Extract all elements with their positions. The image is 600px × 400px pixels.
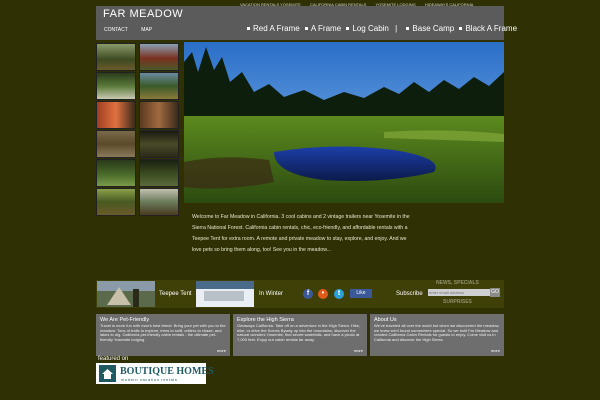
thumbnail-1[interactable] xyxy=(96,43,136,71)
thumbnail-2[interactable] xyxy=(139,43,179,71)
thumbnail-8[interactable] xyxy=(139,130,179,158)
bullet-icon xyxy=(346,27,350,30)
info-box-pets: We Are Pet-Friendly Travel is more fun w… xyxy=(96,314,230,356)
nav-contact[interactable]: CONTACT xyxy=(104,27,128,33)
subscribe-label: Subscribe xyxy=(396,291,423,297)
nav-map[interactable]: MAP xyxy=(141,27,152,33)
house-icon xyxy=(99,365,116,382)
top-link-lodging[interactable]: YOSEMITE LODGING xyxy=(375,2,415,7)
subscribe-go-button[interactable]: GO xyxy=(490,288,500,297)
top-link-cabin-rentals[interactable]: CALIFORNIA CABIN RENTALS xyxy=(310,2,366,7)
winter-label[interactable]: In Winter xyxy=(259,291,283,297)
info-box-body: Travel is more fun with man's best frien… xyxy=(100,323,226,342)
thumbnail-9[interactable] xyxy=(96,159,136,187)
nav-left: CONTACT MAP xyxy=(104,27,164,33)
nav-separator: | xyxy=(395,24,398,33)
thumbnail-11[interactable] xyxy=(96,188,136,216)
winter-thumbnail[interactable] xyxy=(196,281,254,307)
winter-picture xyxy=(196,281,254,307)
info-box-body: We've traveled all over the world but wh… xyxy=(374,323,500,342)
nav-log-cabin[interactable]: Log Cabin xyxy=(352,24,388,33)
info-box-about: About Us We've traveled all over the wor… xyxy=(370,314,504,356)
twitter-icon[interactable]: t xyxy=(334,289,344,299)
nav-a-frame[interactable]: A Frame xyxy=(311,24,341,33)
thumbnail-3[interactable] xyxy=(96,72,136,100)
thumbnail-6[interactable] xyxy=(139,101,179,129)
facebook-icon[interactable]: f xyxy=(303,289,313,299)
thumbnail-10[interactable] xyxy=(139,159,179,187)
featured-on-label: featured on xyxy=(98,356,129,362)
top-link-vacation-rentals[interactable]: VACATION RENTALS YOSEMITE xyxy=(240,2,301,7)
thumbnail-12[interactable] xyxy=(139,188,179,216)
more-link[interactable]: more xyxy=(491,348,500,353)
nav-red-a-frame[interactable]: Red A Frame xyxy=(253,24,300,33)
teepee-tent-thumbnail[interactable] xyxy=(97,281,155,307)
bullet-icon xyxy=(247,27,250,30)
intro-text: Welcome to Far Meadow in California. 3 c… xyxy=(192,214,410,253)
bullet-icon xyxy=(406,27,410,30)
house-icon-shape xyxy=(99,365,116,382)
teepee-tent-picture xyxy=(97,281,155,307)
bullet-icon xyxy=(459,27,463,30)
teepee-tent-label[interactable]: Teepee Tent xyxy=(159,291,192,297)
more-link[interactable]: more xyxy=(354,348,363,353)
email-input[interactable] xyxy=(428,289,490,296)
news-specials-label: NEWS, SPECIALS xyxy=(436,280,479,286)
boutique-homes-tagline: modern vacation rentals xyxy=(121,377,178,382)
flickr-icon[interactable]: • xyxy=(318,289,328,299)
top-links: VACATION RENTALS YOSEMITE CALIFORNIA CAB… xyxy=(232,2,473,7)
thumbnail-5[interactable] xyxy=(96,101,136,129)
info-box-body: Getaways California. Take off on a adven… xyxy=(237,323,361,342)
surprises-label: SURPRISES xyxy=(443,299,472,305)
facebook-like-button[interactable]: Like xyxy=(350,289,372,298)
thumbnail-7[interactable] xyxy=(96,130,136,158)
boutique-homes-name: BOUTIQUE HOMES xyxy=(120,366,214,377)
hero-meadow-image xyxy=(184,42,504,203)
hero-meadow-illustration xyxy=(184,42,504,203)
nav-base-camp[interactable]: Base Camp xyxy=(412,24,454,33)
nav-black-a-frame[interactable]: Black A Frame xyxy=(465,24,517,33)
more-link[interactable]: more xyxy=(217,348,226,353)
top-link-hideaways[interactable]: HIDEAWAYS CALIFORNIA xyxy=(425,2,474,7)
site-title[interactable]: FAR MEADOW xyxy=(103,8,183,20)
nav-cabins: Red A Frame A Frame Log Cabin | Base Cam… xyxy=(244,24,517,33)
info-box-explore: Explore the High Sierra Getaways Califor… xyxy=(233,314,367,356)
bullet-icon xyxy=(304,27,308,30)
thumbnail-4[interactable] xyxy=(139,72,179,100)
